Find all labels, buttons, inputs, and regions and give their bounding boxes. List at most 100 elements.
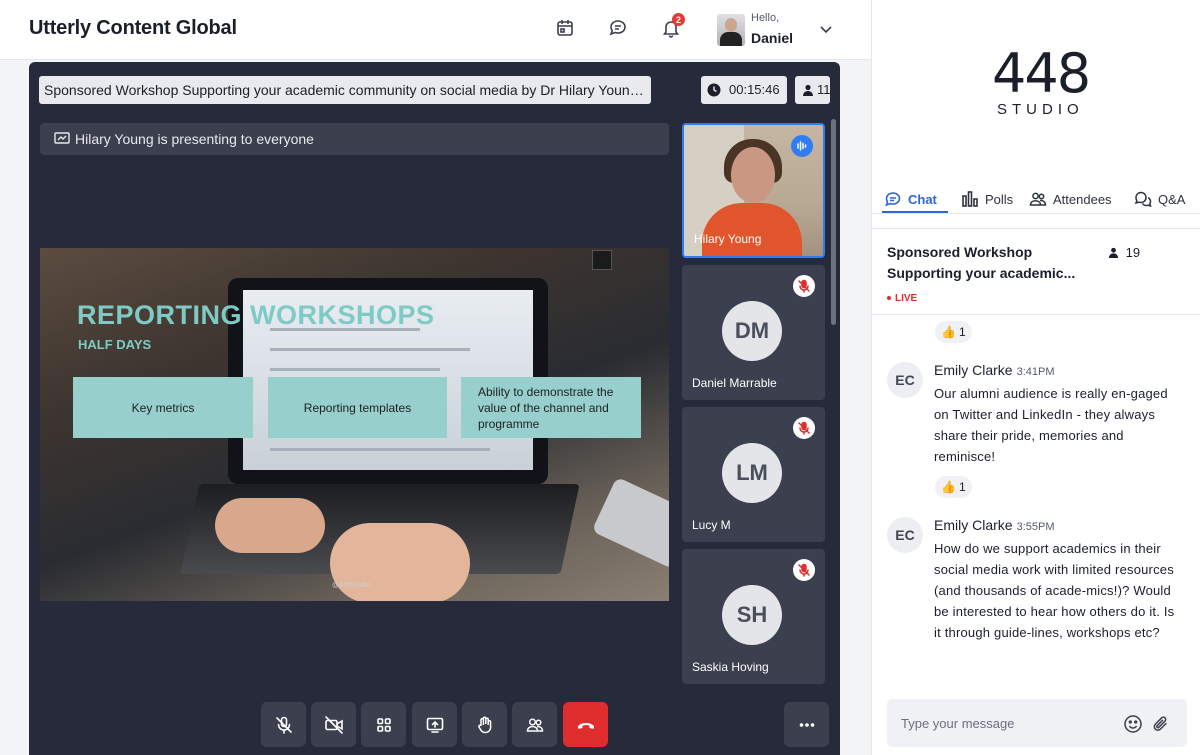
qa-icon xyxy=(1134,191,1152,208)
message-text: Our alumni audience is really en-gaged o… xyxy=(934,386,1168,464)
mic-off-icon xyxy=(275,716,292,734)
slide-box-key-metrics: Key metrics xyxy=(73,377,253,438)
speaking-indicator-icon xyxy=(791,135,813,157)
tile-name: Daniel Marrable xyxy=(692,376,777,390)
grid-view-button[interactable] xyxy=(361,702,406,747)
studio-logo-number: 448 xyxy=(992,42,1091,105)
more-horizontal-icon xyxy=(799,722,814,727)
end-call-button[interactable] xyxy=(563,702,608,747)
slide-logo xyxy=(592,250,612,270)
mic-off-button[interactable] xyxy=(261,702,306,747)
notification-badge: 2 xyxy=(672,13,685,26)
person-icon xyxy=(1108,247,1119,258)
paperclip-icon[interactable] xyxy=(1151,714,1171,734)
raise-hand-icon xyxy=(477,716,491,733)
share-screen-icon xyxy=(426,717,443,733)
live-badge: LIVE xyxy=(887,293,917,304)
session-timer: 00:15:46 xyxy=(701,76,787,104)
slide-box-reporting-templates: Reporting templates xyxy=(268,377,447,438)
participants-button[interactable] xyxy=(512,702,557,747)
notification-bell-icon[interactable]: 2 xyxy=(660,13,685,39)
presenting-banner: Hilary Young is presenting to everyone xyxy=(40,123,669,155)
tile-name: Hilary Young xyxy=(694,232,762,246)
reaction-thumbs-up[interactable]: 👍 1 xyxy=(935,321,972,343)
participants-icon xyxy=(526,717,543,732)
slide-box-ability: Ability to demonstrate the value of the … xyxy=(461,377,641,438)
tiles-scrollbar[interactable] xyxy=(831,119,836,325)
message-time: 3:41PM xyxy=(1016,366,1055,378)
chat-header: Sponsored Workshop Supporting your acade… xyxy=(872,228,1200,315)
user-name: Daniel xyxy=(751,30,794,46)
calendar-icon[interactable] xyxy=(554,17,576,39)
chat-title-line-1: Sponsored Workshop xyxy=(887,244,1033,260)
reaction-count: 1 xyxy=(958,480,966,494)
tab-label: Attendees xyxy=(1053,191,1112,207)
camera-off-icon xyxy=(324,715,343,734)
tile-name: Lucy M xyxy=(692,518,731,532)
people-icon xyxy=(1029,192,1047,206)
slide-title: REPORTING WORKSHOPS xyxy=(77,300,435,330)
slide-handle: @448Studio xyxy=(332,582,371,589)
presenting-text: Hilary Young is presenting to everyone xyxy=(75,131,314,147)
participant-count-value: 11 xyxy=(817,82,831,97)
tab-label: Q&A xyxy=(1158,191,1186,207)
tab-polls[interactable]: Polls xyxy=(961,188,1013,210)
message-input[interactable] xyxy=(901,711,1111,735)
clock-icon xyxy=(707,83,721,97)
participant-avatar: DM xyxy=(722,301,782,361)
participant-count: 11 xyxy=(795,76,831,104)
emoji-icon[interactable] xyxy=(1123,714,1143,734)
thumbs-up-icon: 👍 xyxy=(941,480,956,494)
mic-muted-icon xyxy=(793,275,815,297)
hang-up-icon xyxy=(577,722,594,729)
message-avatar: EC xyxy=(887,517,923,553)
chat-bubble-icon[interactable] xyxy=(607,17,629,39)
session-title: Sponsored Workshop Supporting your acade… xyxy=(39,76,651,104)
share-screen-button[interactable] xyxy=(412,702,457,747)
reaction-count: 1 xyxy=(958,325,966,339)
chat-participant-count: 19 xyxy=(1108,245,1140,260)
participant-tile-saskia-hoving[interactable]: SH Saskia Hoving xyxy=(682,549,825,684)
shared-slide: REPORTING WORKSHOPS HALF DAYS Key metric… xyxy=(40,248,669,601)
chat-title: Sponsored Workshop Supporting your acade… xyxy=(887,242,1097,284)
message-composer xyxy=(887,699,1187,747)
participant-tile-hilary-young[interactable]: Hilary Young xyxy=(682,123,825,258)
tile-name: Saskia Hoving xyxy=(692,660,769,674)
chevron-down-icon[interactable] xyxy=(818,21,834,37)
bar-chart-icon xyxy=(962,191,978,207)
camera-off-button[interactable] xyxy=(311,702,356,747)
person-icon xyxy=(803,84,813,96)
author-name: Emily Clarke xyxy=(934,517,1013,533)
chat-count-value: 19 xyxy=(1125,245,1141,260)
message-author: Emily Clarke 3:55PM xyxy=(934,517,1055,533)
raise-hand-button[interactable] xyxy=(462,702,507,747)
participant-tile-daniel-marrable[interactable]: DM Daniel Marrable xyxy=(682,265,825,400)
greeting-text: Hello, xyxy=(751,12,780,24)
more-options-button[interactable] xyxy=(784,702,829,747)
top-bar: Utterly Content Global 2 Hello, Daniel xyxy=(0,0,871,60)
sidebar-panel: 448 STUDIO Chat Polls Attendees Q&A Spon… xyxy=(871,0,1200,755)
chat-title-line-2: Supporting your academic... xyxy=(887,265,1076,281)
user-avatar[interactable] xyxy=(717,14,745,46)
studio-logo-word: STUDIO xyxy=(997,101,1084,118)
mic-muted-icon xyxy=(793,417,815,439)
thumbs-up-icon: 👍 xyxy=(941,325,956,339)
reaction-thumbs-up[interactable]: 👍 1 xyxy=(935,476,972,498)
meeting-area: Utterly Content Global 2 Hello, Daniel S… xyxy=(0,0,871,755)
tab-label: Chat xyxy=(908,191,937,207)
grid-icon xyxy=(376,717,391,732)
tab-qa[interactable]: Q&A xyxy=(1134,188,1185,210)
tab-chat[interactable]: Chat xyxy=(884,188,937,210)
slide-subtitle: HALF DAYS xyxy=(78,337,152,352)
screen-share-icon xyxy=(54,132,70,144)
mic-muted-icon xyxy=(793,559,815,581)
tab-attendees[interactable]: Attendees xyxy=(1029,188,1112,210)
message-text: How do we support academics in their soc… xyxy=(934,541,1175,640)
participant-tile-lucy-m[interactable]: LM Lucy M xyxy=(682,407,825,542)
video-stage: Sponsored Workshop Supporting your acade… xyxy=(29,62,840,755)
chat-icon xyxy=(885,192,901,207)
author-name: Emily Clarke xyxy=(934,362,1013,378)
participant-avatar: SH xyxy=(722,585,782,645)
tabs-divider xyxy=(872,213,1200,214)
timer-value: 00:15:46 xyxy=(729,82,780,97)
